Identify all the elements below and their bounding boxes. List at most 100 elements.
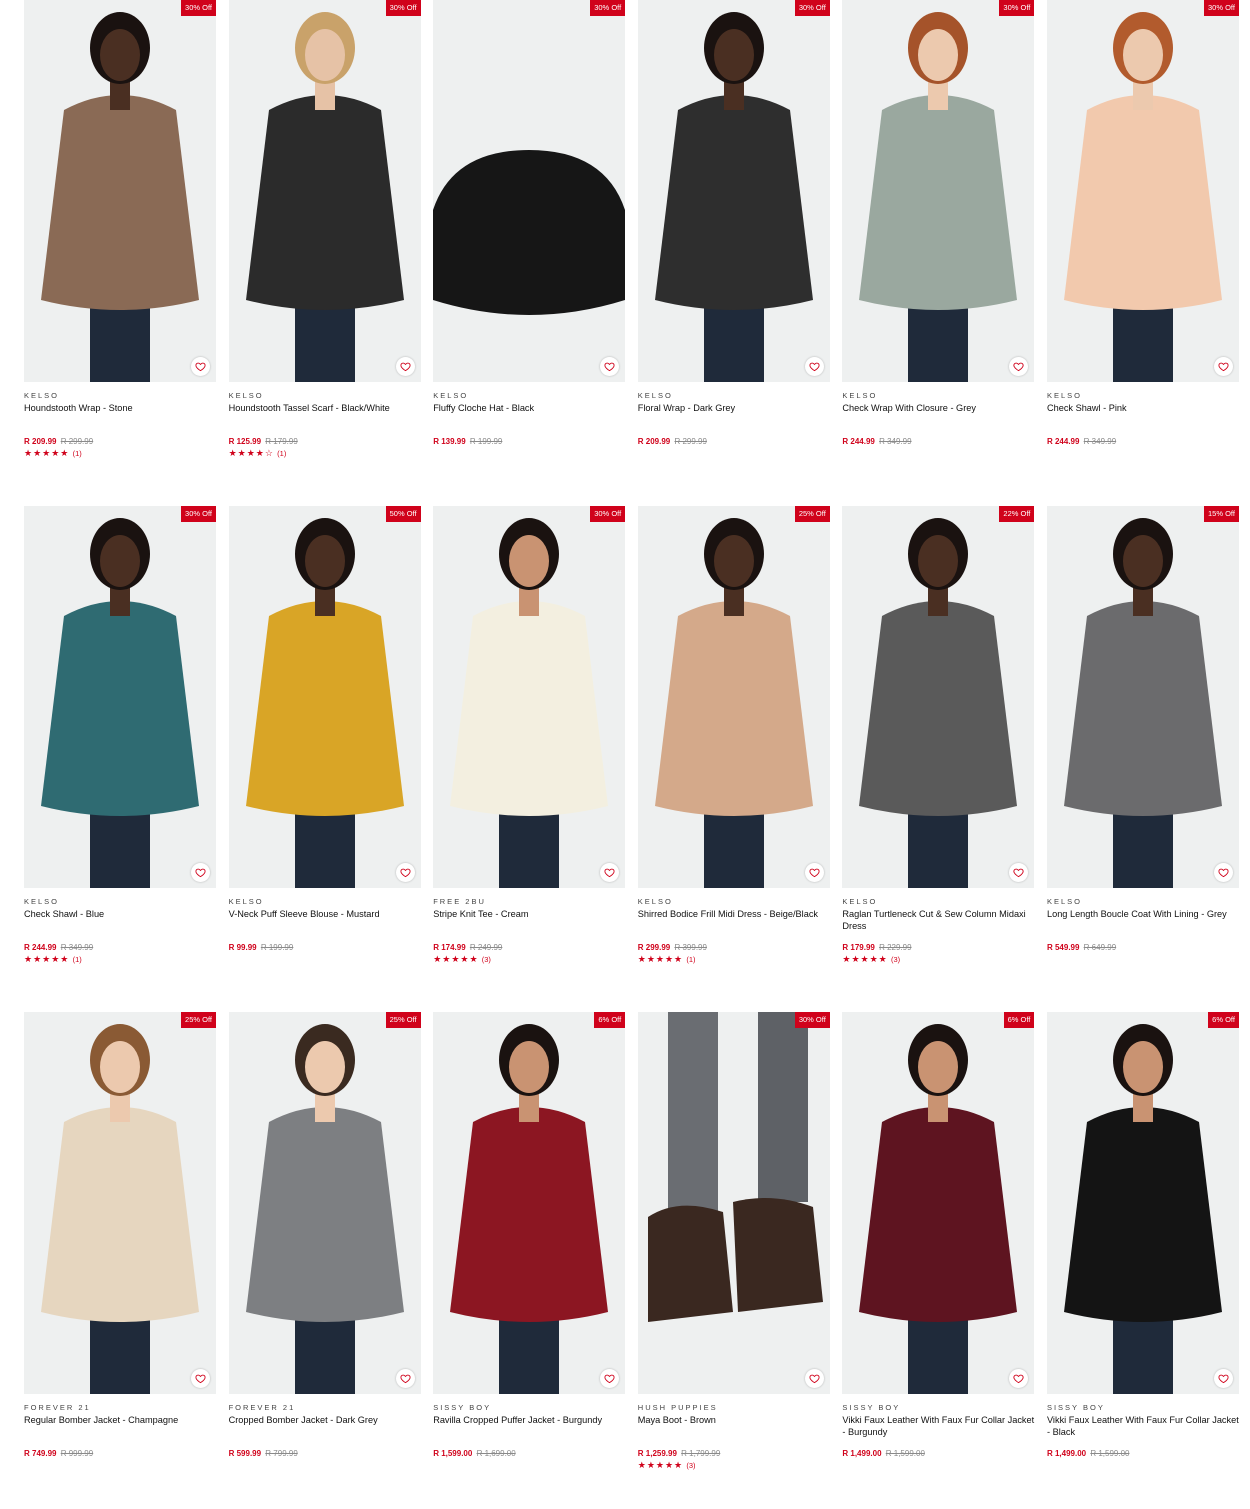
product-photo [1046,506,1239,888]
product-brand: FOREVER 21 [24,1403,91,1412]
product-image-link[interactable]: 30% Off [637,0,830,382]
product-card[interactable]: 30% Off KELSO Check Wrap With Closure - … [842,0,1035,506]
product-card[interactable]: 6% Off SISSY BOY Vikki Faux Leather With… [1046,1012,1239,1509]
product-card[interactable]: 30% Off KELSO Fluffy Cloche Hat - Black … [433,0,626,506]
product-title[interactable]: Floral Wrap - Dark Grey [638,403,830,437]
review-count[interactable]: (1) [73,955,82,964]
review-count[interactable]: (3) [482,955,491,964]
wishlist-button[interactable] [395,863,415,882]
product-title[interactable]: Stripe Knit Tee - Cream [433,909,625,943]
product-brand: SISSY BOY [842,1403,901,1412]
product-title[interactable]: Cropped Bomber Jacket - Dark Grey [229,1415,421,1449]
wishlist-button[interactable] [395,1369,415,1388]
product-title[interactable]: Shirred Bodice Frill Midi Dress - Beige/… [638,909,830,943]
product-card[interactable]: 15% Off KELSO Long Length Boucle Coat Wi… [1046,506,1239,1012]
product-card[interactable]: 25% Off FOREVER 21 Regular Bomber Jacket… [24,1012,216,1509]
review-count[interactable]: (3) [891,955,900,964]
product-image-link[interactable]: 6% Off [433,1012,626,1394]
review-count[interactable]: (1) [73,449,82,458]
product-title[interactable]: Vikki Faux Leather With Faux Fur Collar … [842,1415,1034,1449]
product-image-link[interactable]: 30% Off [433,506,626,888]
product-image-link[interactable]: 30% Off [1046,0,1239,382]
product-photo [637,0,830,382]
product-image-link[interactable]: 30% Off [228,0,421,382]
product-photo [842,1012,1035,1394]
product-card[interactable]: 30% Off FREE 2BU Stripe Knit Tee - Cream… [433,506,626,1012]
product-title[interactable]: Check Shawl - Blue [24,909,216,943]
heart-outline-icon [195,1374,206,1384]
discount-badge: 30% Off [794,1012,830,1028]
product-card[interactable]: 25% Off KELSO Shirred Bodice Frill Midi … [637,506,830,1012]
product-brand: HUSH PUPPIES [637,1403,718,1412]
product-title[interactable]: Raglan Turtleneck Cut & Sew Column Midax… [842,909,1034,943]
product-title[interactable]: Houndstooth Tassel Scarf - Black/White [229,403,421,437]
star-icon: ★★★★☆ [228,448,274,458]
product-title[interactable]: Ravilla Cropped Puffer Jacket - Burgundy [433,1415,625,1449]
review-count[interactable]: (1) [277,449,286,458]
product-photo [1046,0,1239,382]
heart-outline-icon [809,362,820,372]
discount-badge: 30% Off [181,506,216,522]
product-image-link[interactable]: 30% Off [637,1012,830,1394]
wishlist-button[interactable] [804,863,824,882]
product-image-link[interactable]: 25% Off [637,506,830,888]
discount-badge: 15% Off [1204,506,1239,522]
wishlist-button[interactable] [191,357,210,376]
wishlist-button[interactable] [804,357,824,376]
price-row: R 244.99 R 349.99 [842,437,1034,447]
product-image-link[interactable]: 30% Off [24,506,216,888]
original-price: R 349.99 [60,943,94,952]
product-card[interactable]: 6% Off SISSY BOY Vikki Faux Leather With… [842,1012,1035,1509]
product-title[interactable]: Check Shawl - Pink [1047,403,1239,437]
product-card[interactable]: 30% Off KELSO Floral Wrap - Dark Grey R … [637,0,830,506]
discount-badge: 25% Off [385,1012,421,1028]
product-image-link[interactable]: 30% Off [24,0,216,382]
product-card[interactable]: 30% Off KELSO Check Shawl - Blue R 244.9… [24,506,216,1012]
product-title[interactable]: Vikki Faux Leather With Faux Fur Collar … [1047,1415,1239,1449]
product-card[interactable]: 6% Off SISSY BOY Ravilla Cropped Puffer … [433,1012,626,1509]
sale-price: R 244.99 [842,437,875,446]
product-card[interactable]: 50% Off KELSO V-Neck Puff Sleeve Blouse … [228,506,421,1012]
product-brand: KELSO [228,391,264,400]
review-count[interactable]: (3) [686,1461,695,1470]
price-row: R 209.99 R 299.99 [638,437,830,447]
product-title[interactable]: V-Neck Puff Sleeve Blouse - Mustard [229,909,421,943]
product-title[interactable]: Regular Bomber Jacket - Champagne [24,1415,216,1449]
product-image-link[interactable]: 25% Off [24,1012,216,1394]
product-title[interactable]: Houndstooth Wrap - Stone [24,403,216,437]
product-image-link[interactable]: 6% Off [842,1012,1035,1394]
product-card[interactable]: 25% Off FOREVER 21 Cropped Bomber Jacket… [228,1012,421,1509]
product-image-link[interactable]: 6% Off [1046,1012,1239,1394]
review-count[interactable]: (1) [686,955,695,964]
price-row: R 244.99 R 349.99 [24,943,216,953]
product-image-link[interactable]: 30% Off [842,0,1035,382]
discount-badge: 6% Off [1208,1012,1239,1028]
wishlist-button[interactable] [1213,863,1233,882]
product-image-link[interactable]: 25% Off [228,1012,421,1394]
product-card[interactable]: 22% Off KELSO Raglan Turtleneck Cut & Se… [842,506,1035,1012]
wishlist-button[interactable] [1213,1369,1233,1388]
product-card[interactable]: 30% Off HUSH PUPPIES Maya Boot - Brown R… [637,1012,830,1509]
price-row: R 174.99 R 249.99 [433,943,625,953]
product-image-link[interactable]: 30% Off [433,0,626,382]
product-title[interactable]: Fluffy Cloche Hat - Black [433,403,625,437]
product-title[interactable]: Maya Boot - Brown [638,1415,830,1449]
heart-outline-icon [195,362,206,372]
product-image-link[interactable]: 50% Off [228,506,421,888]
product-card[interactable]: 30% Off KELSO Houndstooth Wrap - Stone R… [24,0,216,506]
product-title[interactable]: Check Wrap With Closure - Grey [842,403,1034,437]
product-card[interactable]: 30% Off KELSO Check Shawl - Pink R 244.9… [1046,0,1239,506]
product-image-link[interactable]: 22% Off [842,506,1035,888]
price-row: R 549.99 R 649.99 [1047,943,1239,953]
wishlist-button[interactable] [191,1369,210,1388]
wishlist-button[interactable] [191,863,210,882]
product-card[interactable]: 30% Off KELSO Houndstooth Tassel Scarf -… [228,0,421,506]
wishlist-button[interactable] [804,1369,824,1388]
product-image-link[interactable]: 15% Off [1046,506,1239,888]
wishlist-button[interactable] [1213,357,1233,376]
sale-price: R 599.99 [228,1449,262,1458]
product-title[interactable]: Long Length Boucle Coat With Lining - Gr… [1047,909,1239,943]
rating-row: ★★★★★ (3) [842,954,1034,965]
sale-price: R 179.99 [842,943,875,952]
wishlist-button[interactable] [395,357,415,376]
